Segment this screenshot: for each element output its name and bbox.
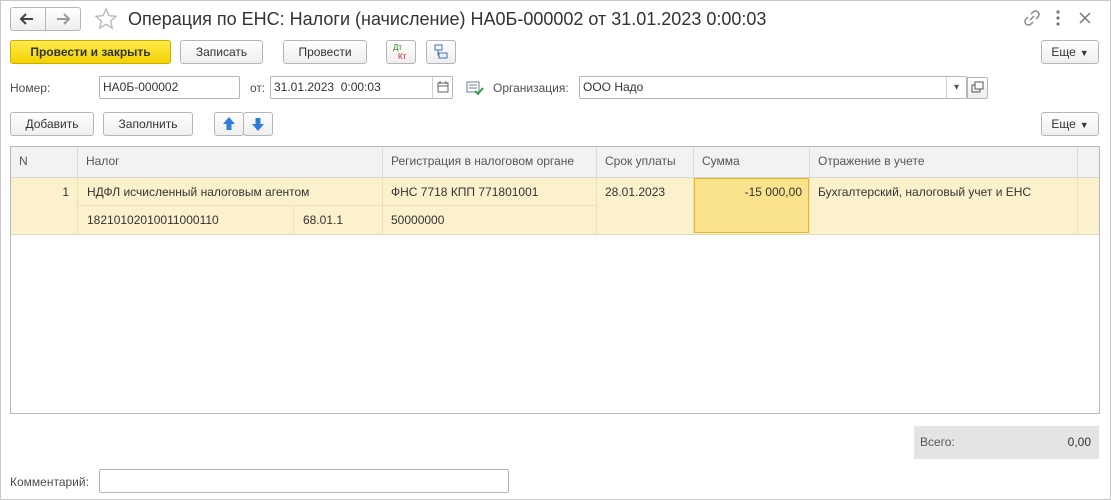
document-status-icon [466, 80, 484, 96]
column-header-due-date[interactable]: Срок уплаты [597, 147, 694, 178]
post-and-close-button[interactable]: Провести и закрыть [10, 40, 171, 64]
structure-button[interactable] [426, 40, 456, 64]
table-more-button[interactable]: Еще ▼ [1041, 112, 1099, 136]
chevron-down-icon: ▼ [1079, 120, 1089, 130]
column-header-amount[interactable]: Сумма [694, 147, 810, 178]
column-header-registration[interactable]: Регистрация в налоговом органе [383, 147, 597, 178]
chevron-down-icon: ▼ [1079, 48, 1089, 58]
arrow-down-icon [252, 118, 264, 131]
due-date-cell[interactable]: 28.01.2023 [605, 185, 665, 199]
oktmo-cell[interactable]: 50000000 [391, 213, 444, 227]
column-divider [77, 178, 78, 234]
table-row[interactable]: 1 НДФЛ исчисленный налоговым агентом 182… [11, 178, 1099, 235]
open-organization-button[interactable] [967, 77, 988, 99]
row-divider [78, 205, 597, 206]
favorite-star-icon[interactable] [94, 7, 118, 31]
amount-cell[interactable]: -15 000,00 [694, 178, 809, 233]
comment-field[interactable] [99, 469, 509, 493]
comment-label: Комментарий: [10, 475, 89, 489]
total-label: Всего: [920, 435, 955, 449]
number-field[interactable]: НА0Б-000002 [99, 76, 240, 99]
fill-button[interactable]: Заполнить [103, 112, 193, 136]
column-divider [596, 178, 597, 234]
column-header-filler [1078, 147, 1099, 178]
move-up-button[interactable] [214, 112, 244, 136]
reflection-cell[interactable]: Бухгалтерский, налоговый учет и ЕНС [818, 185, 1031, 199]
dropdown-chevron-icon[interactable]: ▾ [946, 77, 966, 98]
hierarchy-icon [434, 44, 448, 59]
column-divider [293, 206, 294, 234]
tax-name-cell[interactable]: НДФЛ исчисленный налоговым агентом [87, 185, 309, 199]
account-cell[interactable]: 68.01.1 [303, 213, 343, 227]
post-button[interactable]: Провести [283, 40, 367, 64]
dt-kt-icon: Дт Кт [393, 43, 407, 61]
total-panel: Всего: 0,00 [914, 426, 1099, 459]
organization-label: Организация: [493, 81, 569, 95]
column-divider [382, 178, 383, 234]
row-number[interactable]: 1 [11, 185, 69, 199]
calendar-icon[interactable] [432, 77, 452, 98]
number-label: Номер: [10, 81, 51, 95]
menu-dots-icon[interactable] [1051, 8, 1065, 28]
date-field[interactable]: 31.01.2023 0:00:03 [270, 76, 453, 99]
open-window-icon [971, 81, 984, 93]
kbk-cell[interactable]: 18210102010011000110 [87, 213, 219, 227]
column-header-n[interactable]: N [11, 147, 78, 178]
more-button[interactable]: Еще ▼ [1041, 40, 1099, 64]
arrow-up-icon [223, 117, 235, 130]
forward-button[interactable] [45, 7, 81, 31]
add-row-button[interactable]: Добавить [10, 112, 94, 136]
back-button[interactable] [10, 7, 46, 31]
date-label: от: [250, 81, 266, 95]
column-divider [809, 178, 810, 234]
column-header-reflection[interactable]: Отражение в учете [810, 147, 1078, 178]
move-down-button[interactable] [243, 112, 273, 136]
close-icon[interactable] [1075, 8, 1095, 28]
arrow-left-icon [19, 13, 33, 25]
save-button[interactable]: Записать [180, 40, 263, 64]
column-divider [1077, 178, 1078, 234]
dt-kt-button[interactable]: Дт Кт [386, 40, 416, 64]
total-value: 0,00 [1067, 435, 1091, 449]
column-header-tax[interactable]: Налог [78, 147, 383, 178]
registration-cell[interactable]: ФНС 7718 КПП 771801001 [391, 185, 538, 199]
arrow-right-icon [57, 13, 71, 25]
window-title: Операция по ЕНС: Налоги (начисление) НА0… [128, 9, 767, 29]
link-icon[interactable] [1022, 8, 1042, 28]
organization-field[interactable]: ООО Надо ▾ [579, 76, 967, 99]
taxes-table[interactable]: N Налог Регистрация в налоговом органе С… [10, 146, 1100, 414]
